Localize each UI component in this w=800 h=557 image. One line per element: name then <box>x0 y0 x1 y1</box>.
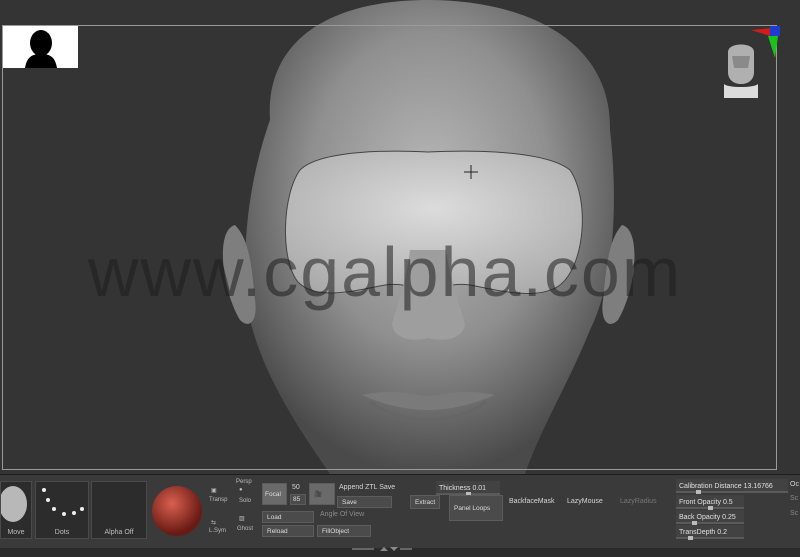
panel-loops-button[interactable]: Panel Loops <box>449 495 503 521</box>
head-navigation-icon[interactable] <box>718 38 764 98</box>
lsym-icon[interactable]: ⇆ <box>211 519 216 526</box>
ghost-icon[interactable]: ▨ <box>239 515 245 522</box>
angle-of-view-slider[interactable]: Angle Of View <box>320 511 364 518</box>
thickness-slider[interactable]: Thickness 0.01 <box>436 481 500 496</box>
extract-label: Extract <box>415 498 436 506</box>
front-opacity-slider[interactable]: Front Opacity 0.5 <box>676 495 744 510</box>
reload-label: Reload <box>267 527 288 535</box>
calibration-label: Calibration Distance <box>679 482 742 490</box>
stroke-label: Dots <box>54 529 70 536</box>
ghost-label: Ghost <box>237 526 254 532</box>
load-button[interactable]: Load <box>262 511 314 523</box>
calibration-value: 13.16766 <box>743 482 773 490</box>
fill-label: FillObject <box>322 527 350 535</box>
back-opacity-slider[interactable]: Back Opacity 0.25 <box>676 510 744 525</box>
reload-button[interactable]: Reload <box>262 525 314 537</box>
stroke-dots-button[interactable]: Dots <box>35 481 89 539</box>
calibration-distance-slider[interactable]: Calibration Distance 13.16766 <box>676 479 788 494</box>
save-button[interactable]: Save <box>337 496 392 508</box>
transp-icon[interactable]: ▣ <box>211 487 217 494</box>
back-opacity-label: Back Opacity 0.25 <box>679 513 736 521</box>
move-brush-icon <box>0 486 27 522</box>
material-sphere-icon <box>152 486 202 536</box>
front-opacity-label: Front Opacity 0.5 <box>679 498 733 506</box>
fillobject-button[interactable]: FillObject <box>317 525 371 537</box>
load-label: Load <box>267 513 282 521</box>
brush-move-button[interactable]: Move <box>0 481 32 539</box>
persp-value2: 85 <box>293 496 301 503</box>
persp-grid-button[interactable]: Focal <box>262 483 287 505</box>
persp-label: Persp <box>236 479 252 485</box>
append-ztl-save[interactable]: Append ZTL Save <box>339 484 395 491</box>
silhouette-thumbnail[interactable] <box>3 26 78 68</box>
transdepth-slider[interactable]: TransDepth 0.2 <box>676 525 744 540</box>
backfacemask-button[interactable]: BackfaceMask <box>509 498 555 505</box>
transdepth-label: TransDepth 0.2 <box>679 528 727 536</box>
save-label: Save <box>342 498 357 506</box>
right-cut-label-3[interactable]: Sc <box>790 510 798 517</box>
persp-value-field[interactable]: 85 <box>290 494 306 505</box>
brush-label: Move <box>7 529 25 536</box>
material-button[interactable] <box>150 481 204 539</box>
focal-label: Focal <box>265 490 281 498</box>
watermark: www.cgalpha.com <box>88 233 683 311</box>
lazyradius-slider[interactable]: LazyRadius <box>620 498 657 505</box>
alpha-off-button[interactable]: Alpha Off <box>91 481 147 539</box>
lazymouse-button[interactable]: LazyMouse <box>567 498 603 505</box>
extract-button[interactable]: Extract <box>410 495 440 509</box>
silhouette-icon <box>25 30 57 68</box>
solo-label: Solo <box>239 498 252 504</box>
right-cut-label-1[interactable]: Oc <box>790 481 799 488</box>
right-cut-label-2[interactable]: Sc <box>790 495 798 502</box>
camera-icon: 🎥 <box>314 491 323 498</box>
persp-value: 50 <box>292 484 300 491</box>
bottom-shelf: Move Dots Alpha Off ▣ Transp ⇆ L.Sym Per… <box>0 474 800 551</box>
panel-loops-label: Panel Loops <box>454 504 491 512</box>
camera-button[interactable]: 🎥 <box>309 483 335 505</box>
lsym-label: L.Sym <box>209 528 227 534</box>
thickness-label: Thickness 0.01 <box>439 484 487 492</box>
transp-label: Transp <box>209 497 228 503</box>
solo-icon[interactable]: ● <box>239 487 243 493</box>
alpha-label: Alpha Off <box>104 529 134 536</box>
viewport[interactable]: www.cgalpha.com <box>0 0 800 474</box>
dots-stroke-icon <box>42 488 84 516</box>
shelf-scroll-handle[interactable] <box>352 539 412 551</box>
